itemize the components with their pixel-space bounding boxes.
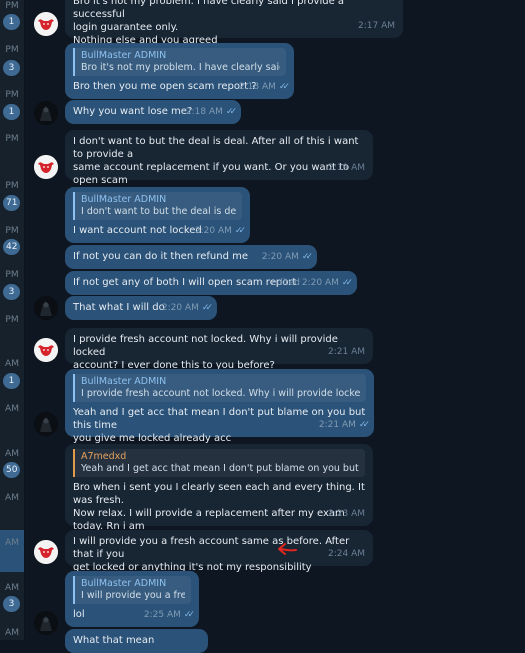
chat-time: AM (5, 583, 19, 593)
bull-logo-icon (34, 540, 58, 564)
message-time: 2:20 AM (261, 252, 299, 262)
chat-time: PM (5, 1, 19, 11)
unread-badge[interactable]: 71 (3, 195, 21, 211)
message-bubble[interactable]: Why you want lose me? 2:18 AM ✓✓ (65, 100, 241, 124)
double-check-icon: ✓✓ (301, 252, 313, 262)
reply-author: BullMaster ADMIN (81, 376, 167, 387)
chat-time: PM (5, 226, 19, 236)
reply-snippet: Yeah and I get acc that mean I don't put… (81, 463, 359, 474)
message-bubble[interactable]: I will provide you a fresh account same … (65, 530, 373, 573)
chat-list-sidebar: PM 1 PM 3 PM 1 PM PM 71 PM 42 PM 3 PM AM… (0, 0, 25, 640)
message-bubble[interactable]: That what I will do 2:20 AM ✓✓ (65, 296, 217, 320)
dark-figure-icon (34, 412, 58, 436)
unread-badge[interactable]: 3 (3, 284, 20, 300)
chat-time: PM (5, 90, 19, 100)
double-check-icon: ✓✓ (278, 82, 290, 92)
message-time: 2:23 AM (328, 509, 365, 519)
reply-quote[interactable]: BullMaster ADMIN I provide fresh account… (73, 374, 366, 402)
message-time: 2:21 AM (318, 420, 356, 430)
reply-snippet: Bro it's not my problem. I have clearly … (81, 62, 280, 73)
unread-badge[interactable]: 1 (3, 373, 20, 389)
message-text: What that mean (73, 635, 155, 646)
chat-time: AM (5, 359, 19, 369)
message-text: I will provide you a fresh account same … (73, 536, 350, 573)
reply-snippet: I don't want to but the deal is deal. ..… (81, 206, 236, 217)
admin-avatar[interactable] (34, 540, 58, 564)
message-bubble[interactable]: BullMaster ADMIN I provide fresh account… (65, 369, 374, 444)
chat-time: AM (5, 493, 19, 503)
message-time: 2:20 AM (161, 303, 199, 313)
user-avatar[interactable] (34, 101, 58, 125)
message-bubble[interactable]: If not you can do it then refund me 2:20… (65, 245, 317, 269)
unread-badge[interactable]: 3 (3, 60, 20, 76)
message-time: 2:20 AM (194, 226, 232, 236)
double-check-icon: ✓✓ (341, 278, 353, 288)
admin-avatar[interactable] (34, 155, 58, 179)
message-bubble[interactable]: BullMaster ADMIN Bro it's not my problem… (65, 43, 294, 99)
chat-time: PM (5, 181, 19, 191)
reply-snippet: I provide fresh account not locked. Why … (81, 388, 360, 399)
user-avatar[interactable] (34, 296, 58, 320)
reply-author: A7medxd (81, 451, 127, 462)
message-bubble[interactable]: If not get any of both I will open scam … (65, 271, 357, 295)
reply-quote[interactable]: BullMaster ADMIN I will provide you a fr… (73, 576, 191, 604)
reply-author: BullMaster ADMIN (81, 578, 167, 589)
reply-quote[interactable]: A7medxd Yeah and I get acc that mean I d… (73, 449, 365, 477)
admin-avatar[interactable] (34, 338, 58, 362)
bull-logo-icon (34, 12, 58, 36)
admin-avatar[interactable] (34, 12, 58, 36)
unread-badge[interactable]: 1 (3, 14, 20, 30)
chat-time: AM (5, 404, 19, 414)
chat-time: PM (5, 134, 19, 144)
edited-label: edited (271, 278, 300, 288)
dark-figure-icon (34, 296, 58, 320)
message-time: 2:17 AM (358, 21, 395, 31)
message-text: Bro it's not my problem. I have clearly … (73, 0, 345, 46)
chat-time: AM (5, 628, 19, 638)
chat-time: AM (5, 449, 19, 459)
chat-messages-area: Bro it's not my problem. I have clearly … (25, 0, 525, 653)
reply-quote[interactable]: BullMaster ADMIN I don't want to but the… (73, 192, 242, 220)
dark-figure-icon (34, 101, 58, 125)
double-check-icon: ✓✓ (358, 420, 370, 430)
dark-figure-icon (34, 611, 58, 635)
bull-logo-icon (34, 338, 58, 362)
active-chat-highlight[interactable] (0, 530, 24, 572)
red-arrow-annotation-icon (278, 543, 297, 555)
message-time: 2:20 AM (301, 278, 339, 288)
chat-time: PM (5, 270, 19, 280)
unread-badge[interactable]: 3 (3, 596, 20, 612)
message-text: I provide fresh account not locked. Why … (73, 334, 338, 371)
chat-time: PM (5, 45, 19, 55)
bull-logo-icon (34, 155, 58, 179)
message-time: 2:25 AM (143, 610, 181, 620)
reply-quote[interactable]: BullMaster ADMIN Bro it's not my problem… (73, 48, 286, 76)
user-avatar[interactable] (34, 412, 58, 436)
message-bubble[interactable]: A7medxd Yeah and I get acc that mean I d… (65, 444, 373, 545)
reply-author: BullMaster ADMIN (81, 194, 167, 205)
chat-time: PM (5, 315, 19, 325)
message-time: 2:21 AM (328, 347, 365, 357)
chat-time: AM (5, 538, 19, 548)
message-bubble[interactable]: BullMaster ADMIN I don't want to but the… (65, 187, 250, 243)
message-time: 2:19 AM (328, 163, 365, 173)
unread-badge[interactable]: 50 (3, 462, 21, 478)
double-check-icon: ✓✓ (225, 107, 237, 117)
message-time: 2:24 AM (328, 549, 365, 559)
message-time: 2:18 AM (238, 82, 276, 92)
message-bubble[interactable]: BullMaster ADMIN I will provide you a fr… (65, 571, 199, 627)
reply-snippet: I will provide you a fres... (81, 590, 185, 601)
user-avatar[interactable] (34, 611, 58, 635)
unread-badge[interactable]: 42 (3, 239, 21, 255)
message-bubble[interactable]: I provide fresh account not locked. Why … (65, 328, 373, 371)
message-bubble[interactable]: I don't want to but the deal is deal. Af… (65, 130, 373, 199)
double-check-icon: ✓✓ (234, 226, 246, 236)
message-bubble[interactable]: Bro it's not my problem. I have clearly … (65, 0, 403, 46)
double-check-icon: ✓✓ (201, 303, 213, 313)
unread-badge[interactable]: 1 (3, 104, 20, 120)
message-time: 2:18 AM (185, 107, 223, 117)
message-bubble[interactable]: What that mean (65, 629, 208, 653)
double-check-icon: ✓✓ (183, 610, 195, 620)
reply-author: BullMaster ADMIN (81, 50, 167, 61)
